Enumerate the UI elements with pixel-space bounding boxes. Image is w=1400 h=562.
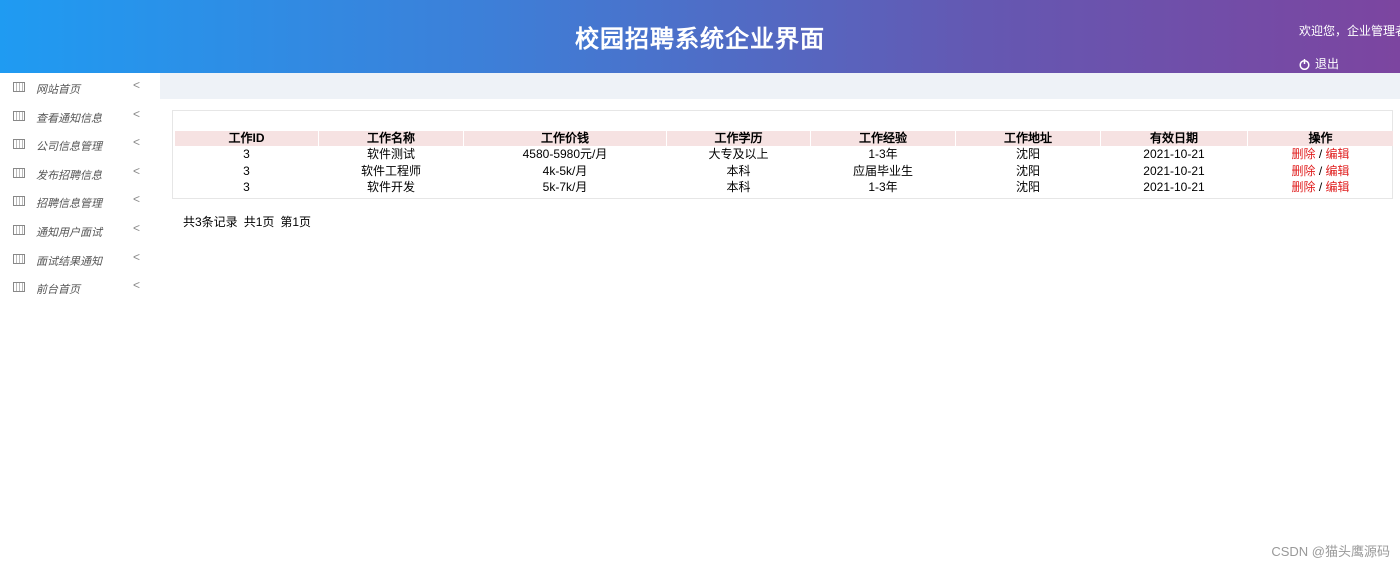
- cell-education: 本科: [726, 180, 751, 195]
- column-header: 工作价钱: [464, 131, 666, 146]
- column-header: 工作经验: [811, 131, 955, 146]
- table-icon: [13, 282, 25, 293]
- delete-link[interactable]: 删除: [1291, 164, 1315, 178]
- cell-education: 本科: [726, 163, 751, 178]
- column-header: 工作学历: [667, 131, 810, 146]
- cell-address: 沈阳: [1015, 147, 1040, 162]
- chevron-left-icon: <: [133, 163, 141, 178]
- column-header: 工作地址: [956, 131, 1100, 146]
- chevron-left-icon: <: [133, 278, 141, 293]
- cell-experience: 应届毕业生: [852, 163, 913, 178]
- table-icon: [13, 224, 25, 235]
- sidebar-item-interview[interactable]: 通知用户面试 <: [0, 216, 160, 245]
- sidebar-item-company[interactable]: 公司信息管理 <: [0, 130, 160, 159]
- column-header: 工作名称: [319, 131, 463, 146]
- edit-link[interactable]: 编辑: [1326, 180, 1350, 194]
- sidebar-item-home[interactable]: 网站首页 <: [0, 73, 160, 102]
- logout-button[interactable]: 退出: [1299, 55, 1339, 72]
- watermark: CSDN @猫头鹰源码: [1271, 544, 1390, 559]
- page-title: 校园招聘系统企业界面: [575, 24, 825, 53]
- sidebar-item-frontend[interactable]: 前台首页 <: [0, 273, 160, 302]
- sidebar-item-label: 发布招聘信息: [36, 169, 102, 182]
- table-header-row: 工作ID 工作名称 工作价钱 工作学历 工作经验 工作地址 有效日期 操作: [175, 131, 1393, 146]
- sidebar-item-label: 前台首页: [36, 284, 80, 297]
- separator: /: [1315, 163, 1326, 178]
- total-records: 共3条记录: [183, 215, 238, 229]
- table-row: 3 软件测试 4580-5980元/月 大专及以上 1-3年 沈阳 2021-1…: [175, 146, 1393, 163]
- cell-name: 软件开发: [366, 180, 415, 195]
- column-header: 操作: [1248, 131, 1393, 146]
- cell-price: 5k-7k/月: [542, 180, 588, 195]
- cell-id: 3: [243, 147, 250, 162]
- chevron-left-icon: <: [133, 78, 141, 92]
- sidebar-item-label: 查看通知信息: [36, 112, 102, 125]
- welcome-text: 欢迎您，企业管理者: [1299, 24, 1400, 38]
- table-icon: [13, 167, 25, 178]
- sidebar-item-results[interactable]: 面试结果通知 <: [0, 245, 160, 274]
- table-row: 3 软件开发 5k-7k/月 本科 1-3年 沈阳 2021-10-21 删除 …: [175, 179, 1393, 196]
- sidebar-item-label: 通知用户面试: [36, 226, 102, 239]
- cell-education: 大专及以上: [708, 147, 769, 162]
- sidebar-item-label: 面试结果通知: [36, 255, 102, 268]
- sidebar-item-publish[interactable]: 发布招聘信息 <: [0, 159, 160, 188]
- sidebar-item-notices[interactable]: 查看通知信息 <: [0, 102, 160, 131]
- cell-address: 沈阳: [1015, 180, 1040, 195]
- sidebar-item-label: 网站首页: [36, 84, 80, 96]
- logout-icon: [1299, 58, 1310, 70]
- total-pages: 共1页: [243, 215, 275, 229]
- table-icon: [13, 196, 25, 207]
- separator: /: [1315, 180, 1326, 195]
- column-header: 工作ID: [175, 131, 318, 146]
- cell-date: 2021-10-21: [1143, 147, 1205, 162]
- cell-price: 4k-5k/月: [542, 163, 588, 178]
- cell-date: 2021-10-21: [1143, 163, 1205, 178]
- jobs-table: 工作ID 工作名称 工作价钱 工作学历 工作经验 工作地址 有效日期 操作 3 …: [174, 131, 1394, 196]
- jobs-panel: 工作ID 工作名称 工作价钱 工作学历 工作经验 工作地址 有效日期 操作 3 …: [172, 110, 1393, 199]
- sidebar-item-jobs[interactable]: 招聘信息管理 <: [0, 187, 160, 216]
- table-icon: [13, 253, 25, 264]
- logout-label: 退出: [1315, 57, 1340, 71]
- cell-price: 4580-5980元/月: [522, 147, 608, 162]
- chevron-left-icon: <: [133, 135, 141, 150]
- cell-date: 2021-10-21: [1143, 180, 1205, 195]
- table-icon: [13, 82, 25, 92]
- pagination-info: 共3条记录 共1页 第1页: [183, 213, 317, 230]
- table-icon: [13, 139, 25, 150]
- table-icon: [13, 110, 25, 121]
- chevron-left-icon: <: [133, 106, 141, 121]
- cell-experience: 1-3年: [868, 180, 898, 195]
- cell-actions: 删除 / 编辑: [1248, 163, 1393, 180]
- cell-experience: 1-3年: [868, 147, 898, 162]
- edit-link[interactable]: 编辑: [1326, 147, 1350, 161]
- column-header: 有效日期: [1101, 131, 1247, 146]
- edit-link[interactable]: 编辑: [1326, 164, 1350, 178]
- cell-actions: 删除 / 编辑: [1248, 179, 1393, 196]
- chevron-left-icon: <: [133, 249, 141, 264]
- cell-id: 3: [243, 180, 250, 195]
- chevron-left-icon: <: [133, 192, 141, 207]
- cell-id: 3: [243, 163, 250, 178]
- separator: /: [1315, 147, 1326, 162]
- current-page: 第1页: [280, 215, 312, 229]
- delete-link[interactable]: 删除: [1291, 180, 1315, 194]
- cell-actions: 删除 / 编辑: [1248, 146, 1393, 163]
- chevron-left-icon: <: [133, 220, 141, 235]
- delete-link[interactable]: 删除: [1291, 147, 1315, 161]
- sidebar-item-label: 招聘信息管理: [36, 198, 102, 211]
- cell-name: 软件测试: [366, 147, 415, 162]
- header: 校园招聘系统企业界面 欢迎您，企业管理者 退出: [0, 0, 1400, 73]
- cell-name: 软件工程师: [360, 163, 421, 178]
- sidebar-item-label: 公司信息管理: [36, 141, 102, 154]
- table-row: 3 软件工程师 4k-5k/月 本科 应届毕业生 沈阳 2021-10-21 删…: [175, 163, 1393, 180]
- sidebar: 网站首页 < 查看通知信息 < 公司信息管理 < 发布招聘信息 < 招聘信息管理 < 通知…: [0, 73, 160, 302]
- cell-address: 沈阳: [1015, 163, 1040, 178]
- content-top-band: [160, 73, 1400, 99]
